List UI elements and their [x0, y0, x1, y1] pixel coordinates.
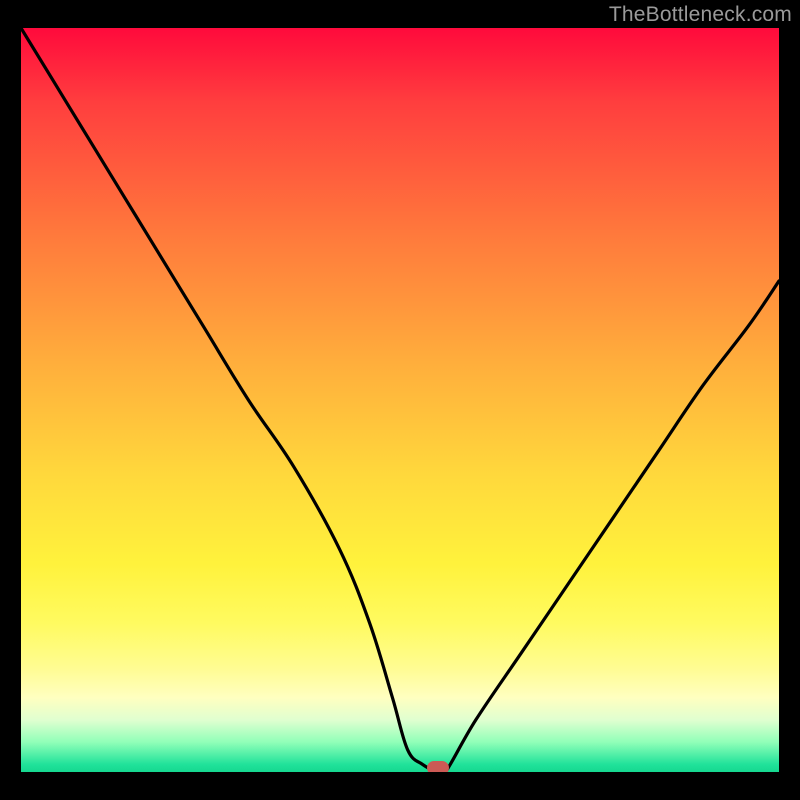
plot-area [21, 28, 779, 772]
chart-frame: TheBottleneck.com [0, 0, 800, 800]
curve-layer [21, 28, 779, 772]
optimum-marker [427, 761, 449, 772]
bottleneck-curve [21, 28, 779, 772]
watermark-text: TheBottleneck.com [609, 3, 792, 27]
